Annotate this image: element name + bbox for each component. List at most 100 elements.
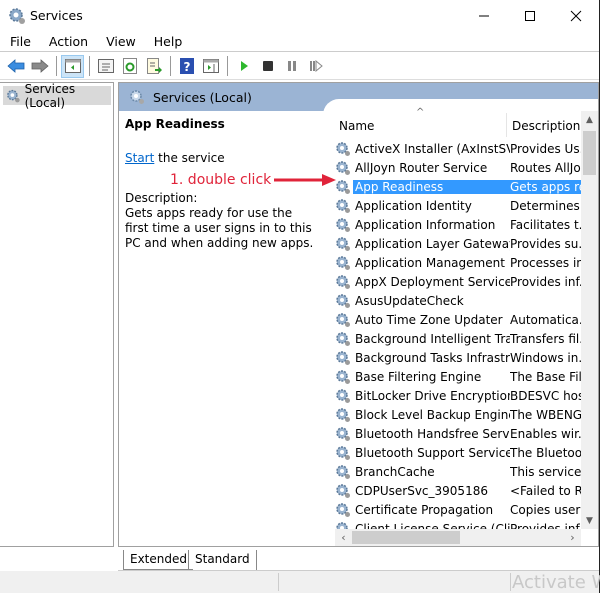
- service-gear-icon: [336, 293, 350, 308]
- scroll-right-icon[interactable]: ›: [564, 529, 581, 546]
- service-row[interactable]: BranchCache This service ...: [335, 462, 581, 481]
- close-icon: [570, 10, 582, 22]
- show-action-pane-button[interactable]: [199, 55, 222, 78]
- forward-button[interactable]: [28, 55, 51, 78]
- console-tree-pane: Services (Local): [0, 82, 114, 547]
- close-button[interactable]: [553, 0, 599, 32]
- service-row[interactable]: AsusUpdateCheck: [335, 291, 581, 310]
- pane-header-title: Services (Local): [153, 89, 252, 105]
- vertical-scrollbar[interactable]: ▲ ▼: [581, 111, 598, 529]
- service-row[interactable]: Block Level Backup Engine...The WBENG...: [335, 405, 581, 424]
- scroll-left-icon[interactable]: ‹: [335, 529, 352, 546]
- maximize-button[interactable]: [507, 0, 553, 32]
- service-row[interactable]: Background Tasks Infrastr...Windows in..…: [335, 348, 581, 367]
- help-icon: ?: [179, 58, 194, 74]
- service-row[interactable]: App ReadinessGets apps re...: [335, 177, 581, 196]
- service-row[interactable]: Application Management Processes in...: [335, 253, 581, 272]
- annotation-arrow-icon: [274, 174, 336, 186]
- menu-view[interactable]: View: [96, 34, 144, 49]
- service-description-cell: Determines ...: [510, 198, 581, 213]
- start-service-button[interactable]: [232, 55, 255, 78]
- service-description-cell: Provides Us...: [510, 141, 581, 156]
- column-header-row: ^ Name Description: [323, 107, 581, 139]
- service-row[interactable]: Background Intelligent Tra... Transfers f…: [335, 329, 581, 348]
- service-description-cell: Automatica...: [510, 312, 581, 327]
- horizontal-scrollbar[interactable]: ‹ ›: [335, 529, 581, 546]
- menu-action[interactable]: Action: [39, 34, 96, 49]
- menu-help[interactable]: Help: [144, 34, 191, 49]
- tab-standard[interactable]: Standard: [188, 550, 257, 570]
- menu-bar: File Action View Help: [0, 32, 599, 52]
- help-button[interactable]: ?: [175, 55, 198, 78]
- service-gear-icon: [336, 426, 350, 441]
- service-name: Application Layer Gateway...: [355, 236, 510, 251]
- annotation-label: 1. double click: [170, 172, 272, 188]
- title-bar: Services: [0, 0, 599, 32]
- service-gear-icon: [336, 217, 350, 232]
- start-service-link[interactable]: Start: [125, 151, 154, 165]
- service-description-cell: BDESVC hos...: [510, 388, 581, 403]
- service-gear-icon: [336, 331, 350, 346]
- stop-icon: [262, 61, 273, 71]
- activate-windows-watermark: Activate W: [512, 572, 600, 593]
- service-gear-icon: [336, 388, 350, 403]
- services-list: ^ Name Description ActiveX Installer (Ax…: [323, 99, 598, 546]
- tree-item-services-local[interactable]: Services (Local): [3, 82, 111, 110]
- horizontal-scroll-thumb[interactable]: [352, 531, 460, 544]
- service-title: App Readiness: [125, 117, 225, 131]
- restart-service-button[interactable]: [304, 55, 327, 78]
- service-description-cell: Provides inf...: [510, 274, 581, 289]
- service-name: Background Tasks Infrastr...: [355, 350, 510, 365]
- service-row[interactable]: ActiveX Installer (AxInstSV)Provides Us.…: [335, 139, 581, 158]
- minimize-button[interactable]: [461, 0, 507, 32]
- service-gear-icon: [336, 255, 350, 270]
- service-gear-icon: [336, 141, 350, 156]
- service-row[interactable]: Application Layer Gateway...Provides su.…: [335, 234, 581, 253]
- service-description-cell: The WBENG...: [510, 407, 581, 422]
- pause-icon: [287, 61, 296, 71]
- stop-service-button[interactable]: [256, 55, 279, 78]
- service-row[interactable]: Certificate Propagation Copies user ...: [335, 500, 581, 519]
- services-rows: ActiveX Installer (AxInstSV)Provides Us.…: [335, 139, 581, 538]
- action-pane-icon: [202, 59, 219, 73]
- service-description-cell: Provides su...: [510, 236, 581, 251]
- service-row[interactable]: Bluetooth Support ServiceThe Bluetoo...: [335, 443, 581, 462]
- service-row[interactable]: BitLocker Drive Encryption...BDESVC hos.…: [335, 386, 581, 405]
- service-row[interactable]: AllJoyn Router Service Routes AllJo...: [335, 158, 581, 177]
- show-hide-console-tree-button[interactable]: [61, 54, 84, 78]
- forward-arrow-icon: [31, 59, 49, 73]
- service-row[interactable]: Application Identity Determines ...: [335, 196, 581, 215]
- tab-extended[interactable]: Extended: [123, 550, 193, 570]
- service-name: Base Filtering Engine: [355, 369, 482, 384]
- restart-icon: [309, 60, 323, 72]
- column-header-name[interactable]: Name: [339, 119, 374, 133]
- service-gear-icon: [336, 483, 350, 498]
- export-list-button[interactable]: [142, 55, 165, 78]
- menu-file[interactable]: File: [0, 34, 39, 49]
- toolbar-separator: [56, 56, 57, 76]
- service-name: Background Intelligent Tra...: [355, 331, 510, 346]
- service-gear-icon: [336, 407, 350, 422]
- refresh-button[interactable]: [118, 55, 141, 78]
- service-description: Gets apps ready for use the first time a…: [125, 206, 314, 250]
- service-name: Auto Time Zone Updater: [355, 312, 503, 327]
- column-divider[interactable]: [506, 113, 507, 137]
- scroll-down-icon[interactable]: ▼: [581, 512, 598, 529]
- service-row[interactable]: Application Information Facilitates t...: [335, 215, 581, 234]
- properties-button[interactable]: [94, 55, 117, 78]
- properties-icon: [97, 59, 114, 73]
- service-row[interactable]: CDPUserSvc_3905186 <Failed to R...: [335, 481, 581, 500]
- service-row[interactable]: Bluetooth Handsfree ServiceEnables wir..…: [335, 424, 581, 443]
- back-button[interactable]: [4, 55, 27, 78]
- scroll-up-icon[interactable]: ▲: [581, 111, 598, 128]
- column-header-description[interactable]: Description: [512, 119, 580, 133]
- vertical-scroll-thumb[interactable]: [583, 131, 596, 175]
- pause-service-button[interactable]: [280, 55, 303, 78]
- action-suffix: the service: [154, 151, 225, 165]
- service-row[interactable]: Base Filtering Engine The Base Fil...: [335, 367, 581, 386]
- service-name: Block Level Backup Engine...: [355, 407, 510, 422]
- toolbar-separator: [89, 56, 90, 76]
- service-row[interactable]: Auto Time Zone Updater Automatica...: [335, 310, 581, 329]
- service-row[interactable]: AppX Deployment Service ...Provides inf.…: [335, 272, 581, 291]
- service-description-cell: The Bluetoo...: [510, 445, 581, 460]
